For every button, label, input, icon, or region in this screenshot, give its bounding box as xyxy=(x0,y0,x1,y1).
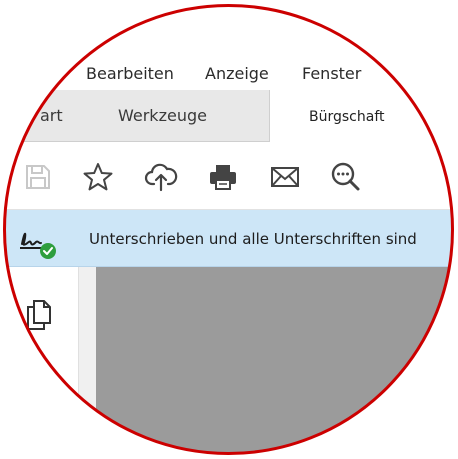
tab-group-inactive: art Werkzeuge xyxy=(5,90,270,142)
tab-document[interactable]: Bürgschaft xyxy=(270,90,452,142)
save-icon[interactable] xyxy=(20,160,54,194)
menu-bar: Bearbeiten Anzeige Fenster xyxy=(5,6,452,90)
tab-document-label: Bürgschaft xyxy=(309,109,385,125)
magnified-view: Bearbeiten Anzeige Fenster art Werkzeuge… xyxy=(0,0,458,459)
signature-status-bar: Unterschrieben und alle Unterschriften s… xyxy=(5,210,452,267)
tab-tools[interactable]: Werkzeuge xyxy=(118,106,207,125)
page-thumbnails-icon[interactable] xyxy=(22,297,54,331)
app-window: Bearbeiten Anzeige Fenster art Werkzeuge… xyxy=(5,6,452,453)
print-icon[interactable] xyxy=(206,160,240,194)
tab-start[interactable]: art xyxy=(40,106,63,125)
cloud-upload-icon[interactable] xyxy=(144,160,178,194)
pane-splitter[interactable] xyxy=(78,267,96,453)
mail-icon[interactable] xyxy=(268,160,302,194)
navigation-pane xyxy=(5,267,78,453)
zoom-lens: Bearbeiten Anzeige Fenster art Werkzeuge… xyxy=(5,6,452,453)
menu-view[interactable]: Anzeige xyxy=(205,64,269,83)
toolbar xyxy=(5,142,452,210)
star-icon[interactable] xyxy=(81,160,115,194)
menu-edit[interactable]: Bearbeiten xyxy=(86,64,174,83)
search-zoom-icon[interactable] xyxy=(328,160,362,194)
signature-valid-icon[interactable] xyxy=(14,224,60,260)
document-view[interactable] xyxy=(96,267,452,453)
tab-bar: art Werkzeuge Bürgschaft xyxy=(5,90,452,142)
menu-window[interactable]: Fenster xyxy=(302,64,361,83)
signature-status-message: Unterschrieben und alle Unterschriften s… xyxy=(89,230,417,248)
